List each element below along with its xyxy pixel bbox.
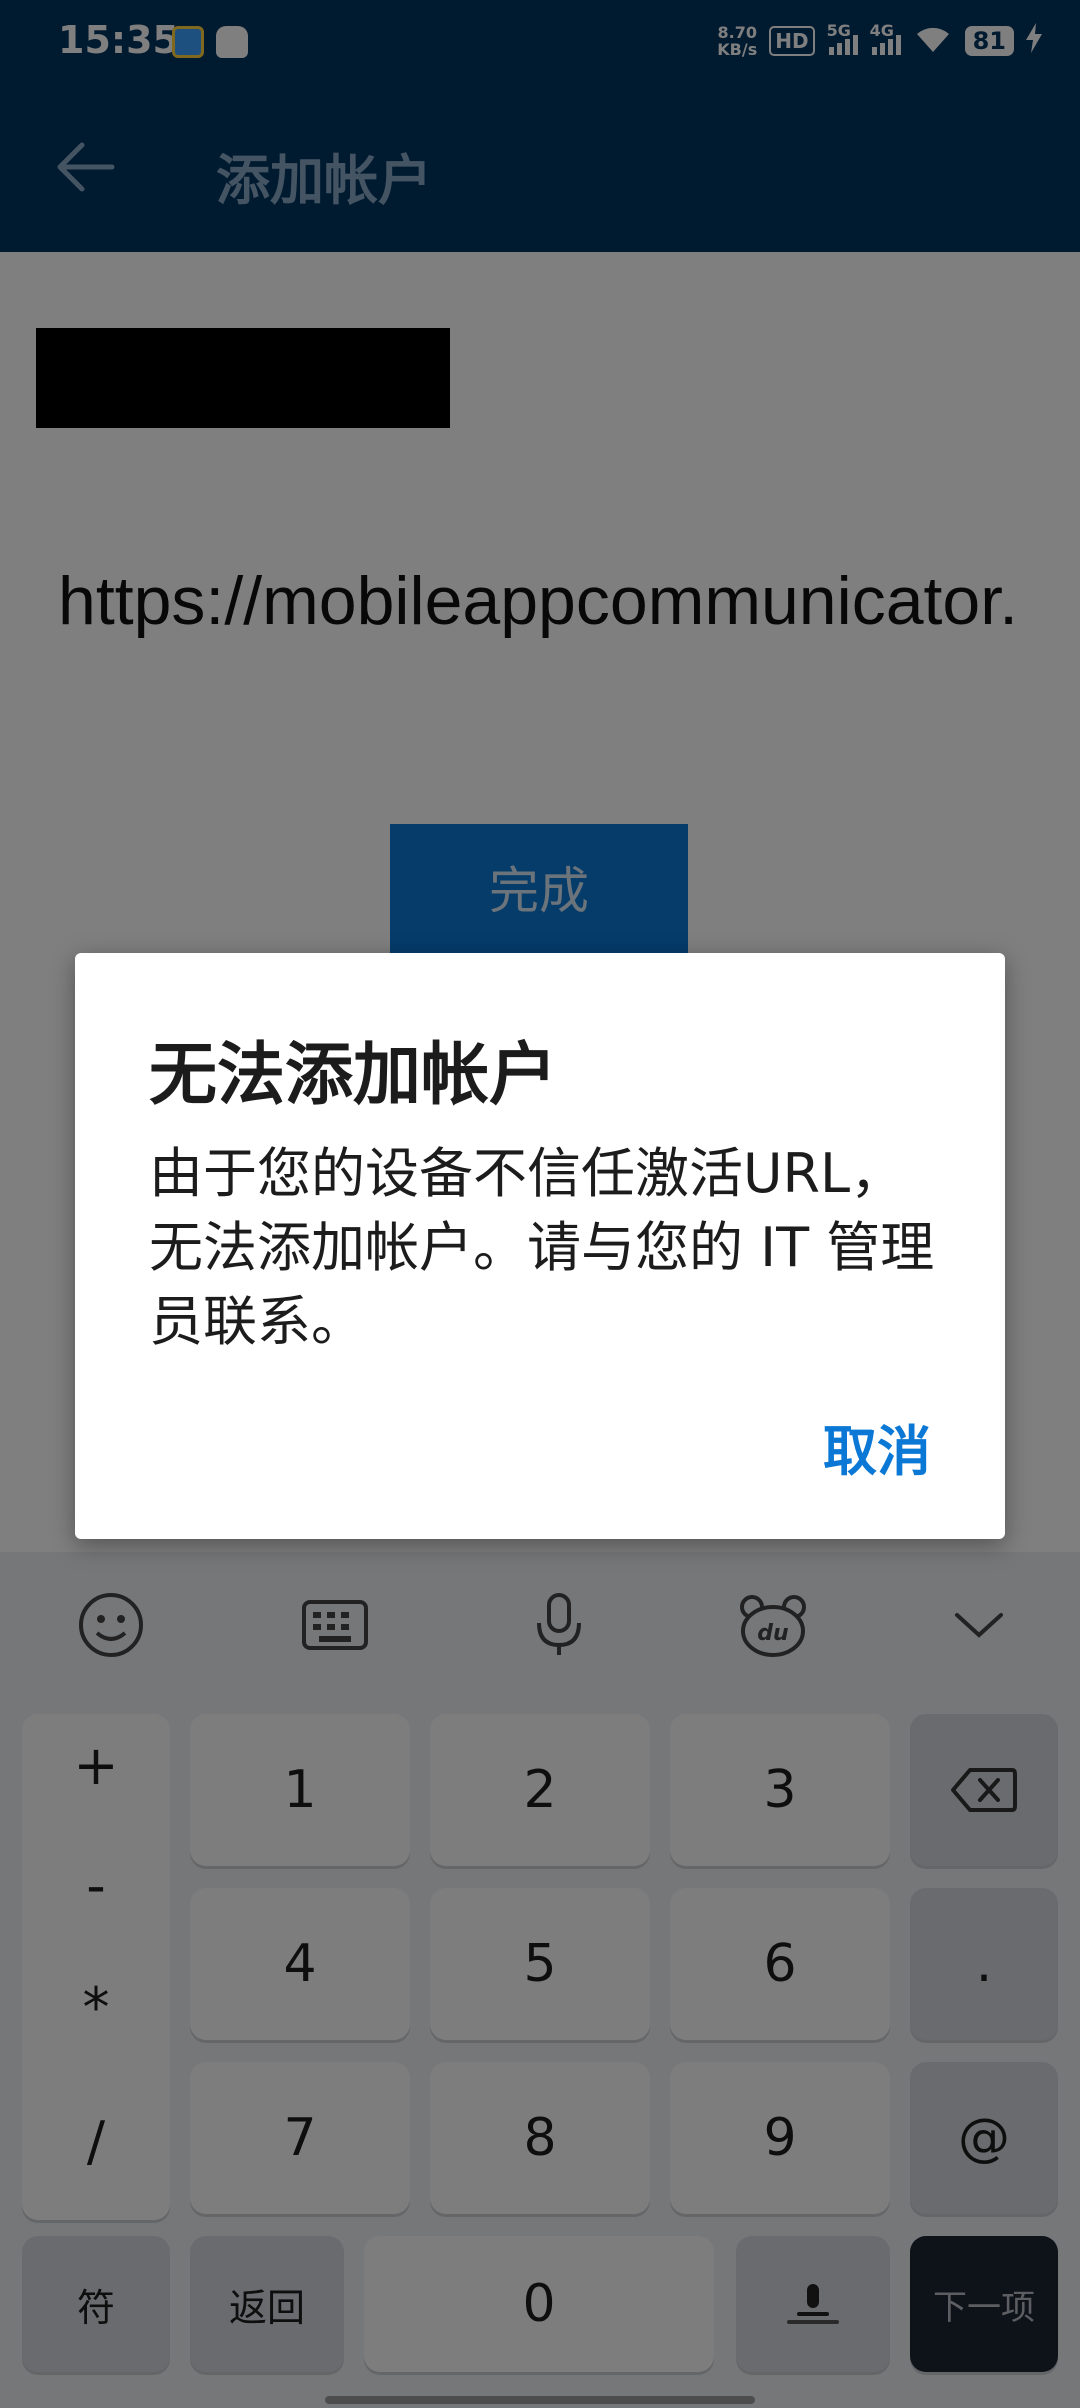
cancel-button[interactable]: 取消 (823, 1407, 931, 1486)
dialog-message: 由于您的设备不信任激活URL，无法添加帐户。请与您的 IT 管理员联系。 (149, 1142, 935, 1353)
dialog-title: 无法添加帐户 (149, 1036, 558, 1115)
error-dialog: 无法添加帐户 由于您的设备不信任激活URL，无法添加帐户。请与您的 IT 管理员… (75, 953, 1005, 1539)
